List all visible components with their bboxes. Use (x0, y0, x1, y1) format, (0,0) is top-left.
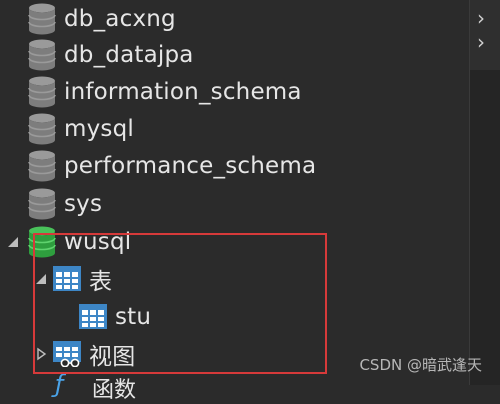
functions-label[interactable]: 函数 (92, 372, 136, 404)
db-label: sys (64, 190, 103, 217)
db-label: mysql (64, 115, 134, 142)
watermark: CSDN @暗武逢天 (359, 356, 482, 374)
scroll-thumb[interactable] (470, 0, 500, 70)
db-item-performance_schema[interactable]: performance_schema (0, 147, 470, 184)
database-icon (28, 113, 56, 144)
database-icon (28, 188, 56, 219)
db-item-mysql[interactable]: mysql (0, 110, 470, 147)
function-icon: ƒ (55, 370, 64, 398)
database-icon (28, 39, 56, 70)
chevron-right-icon[interactable]: › (477, 30, 485, 54)
scroll-panel[interactable]: › › (469, 0, 500, 385)
chevron-right-icon[interactable]: › (477, 6, 485, 30)
db-label: performance_schema (64, 152, 317, 179)
database-icon (28, 150, 56, 181)
db-label: db_datajpa (64, 41, 194, 68)
database-icon (28, 3, 56, 34)
red-highlight-box (33, 233, 327, 374)
db-label: information_schema (64, 78, 302, 105)
db-item-sys[interactable]: sys (0, 185, 470, 222)
navigator-tree: db_acxng db_datajpa information_schema m… (0, 0, 470, 403)
db-item-db_datajpa[interactable]: db_datajpa (0, 36, 470, 73)
db-label: db_acxng (64, 5, 176, 32)
db-item-db_acxng[interactable]: db_acxng (0, 0, 470, 37)
collapse-triangle-icon[interactable] (6, 235, 20, 249)
db-item-information_schema[interactable]: information_schema (0, 73, 470, 110)
database-icon (28, 76, 56, 107)
